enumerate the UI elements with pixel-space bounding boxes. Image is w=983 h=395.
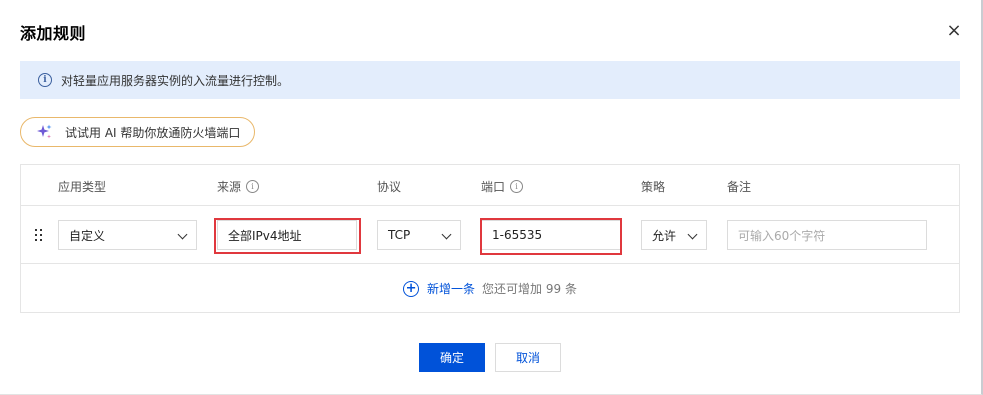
header-port-label: 端口 xyxy=(481,180,506,194)
header-policy-label: 策略 xyxy=(641,180,666,194)
table-header: 应用类型 来源 i 协议 端口 i 策略 备注 xyxy=(21,165,959,206)
policy-value: 允许 xyxy=(652,228,677,243)
chevron-down-icon xyxy=(687,229,698,240)
ai-assist-button[interactable]: 试试用 AI 帮助你放通防火墙端口 xyxy=(20,117,255,147)
dialog-title: 添加规则 xyxy=(20,24,87,43)
cancel-button[interactable]: 取消 xyxy=(495,343,561,372)
chevron-down-icon xyxy=(177,229,188,240)
help-icon[interactable]: i xyxy=(510,180,524,193)
header-source: 来源 i xyxy=(217,178,260,195)
close-icon[interactable]: × xyxy=(944,20,964,42)
remark-field[interactable]: 可输入60个字符 xyxy=(727,220,927,250)
info-text: 对轻量应用服务器实例的入流量进行控制。 xyxy=(61,73,290,88)
add-rule-link[interactable]: 新增一条 xyxy=(427,280,475,297)
protocol-select[interactable]: TCP xyxy=(377,220,461,250)
confirm-button[interactable]: 确定 xyxy=(419,343,485,372)
protocol-value: TCP xyxy=(388,228,411,242)
header-port: 端口 i xyxy=(481,178,524,195)
policy-select[interactable]: 允许 xyxy=(641,220,707,250)
source-highlight-box xyxy=(214,218,361,254)
header-remark: 备注 xyxy=(727,178,751,195)
app-type-value: 自定义 xyxy=(69,228,106,243)
info-banner: i 对轻量应用服务器实例的入流量进行控制。 xyxy=(20,61,960,99)
header-app-type: 应用类型 xyxy=(58,178,106,195)
table-row: 自定义 全部IPv4地址 TCP 1-65535 允许 可输入60个字符 xyxy=(21,206,959,264)
add-rule-row: + 新增一条 您还可增加 99 条 xyxy=(21,265,959,312)
app-type-select[interactable]: 自定义 xyxy=(58,220,197,250)
header-policy: 策略 xyxy=(641,178,665,195)
port-highlight-box xyxy=(480,218,622,255)
info-icon: i xyxy=(38,73,52,87)
header-protocol-label: 协议 xyxy=(377,180,402,194)
help-icon[interactable]: i xyxy=(246,180,260,193)
drag-handle-icon[interactable] xyxy=(35,229,45,243)
add-rule-hint: 您还可增加 99 条 xyxy=(482,282,577,296)
header-protocol: 协议 xyxy=(377,178,401,195)
rules-table: 应用类型 来源i 协议 端口i 策略 备注 自定义 全部IPv4地址 TCP xyxy=(20,164,960,313)
chevron-down-icon xyxy=(441,229,452,240)
header-remark-label: 备注 xyxy=(727,180,752,194)
plus-circle-icon[interactable]: + xyxy=(403,280,420,297)
remark-placeholder: 可输入60个字符 xyxy=(738,228,826,243)
ai-assist-label: 试试用 AI 帮助你放通防火墙端口 xyxy=(65,125,241,140)
add-rule-dialog: 添加规则 × i 对轻量应用服务器实例的入流量进行控制。 试试用 AI 帮助你放… xyxy=(0,0,983,395)
header-source-label: 来源 xyxy=(217,180,242,194)
sparkle-icon xyxy=(37,124,52,139)
header-app-type-label: 应用类型 xyxy=(58,180,107,194)
